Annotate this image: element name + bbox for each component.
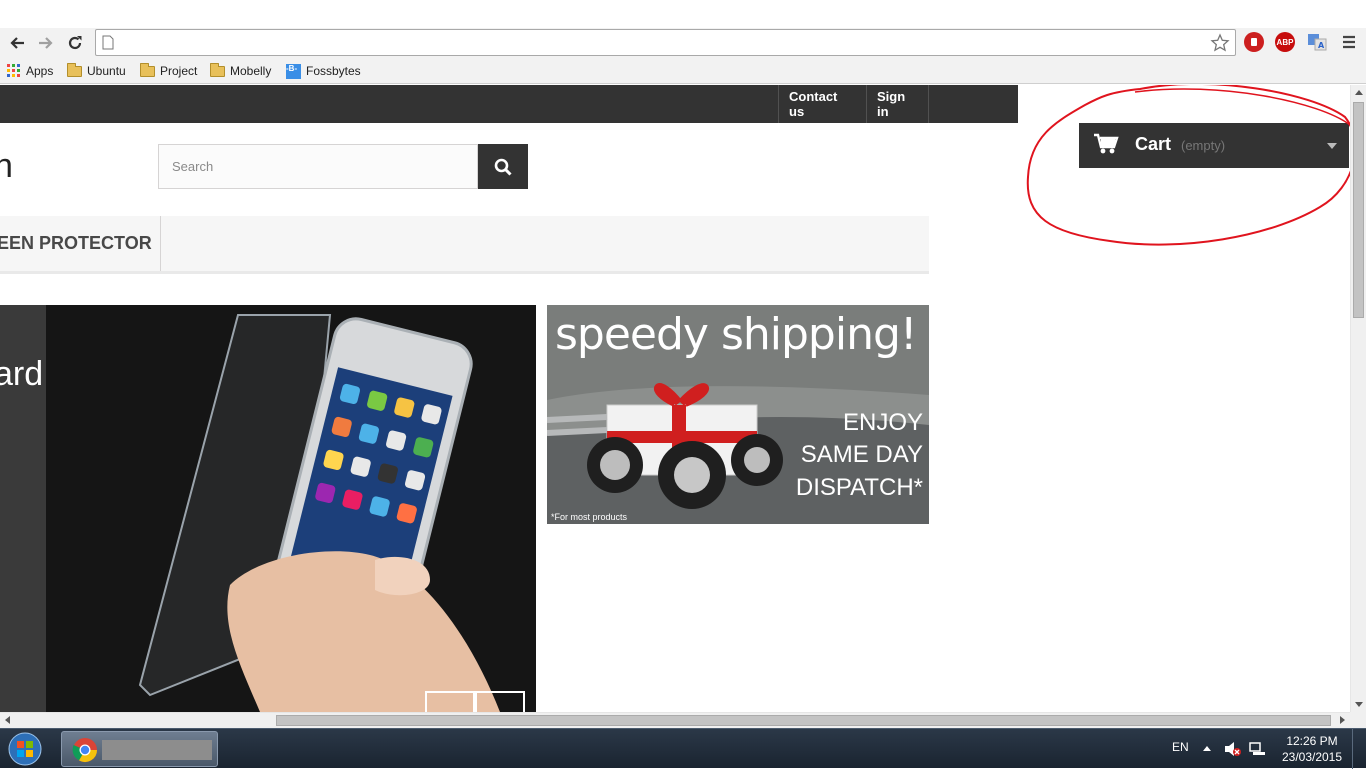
- fossbytes-icon: -B-: [286, 63, 301, 79]
- forward-button[interactable]: [35, 32, 57, 54]
- reload-icon: [68, 36, 82, 50]
- site-logo[interactable]: n: [0, 147, 13, 186]
- search-button[interactable]: [478, 144, 528, 189]
- slider-pager: [425, 691, 525, 712]
- search-box: [158, 144, 478, 189]
- language-indicator[interactable]: EN: [1172, 740, 1189, 754]
- promo-title: speedy shipping!: [555, 309, 918, 360]
- phone-with-glass-image: [138, 314, 500, 712]
- speaker-muted-icon[interactable]: [1224, 741, 1242, 757]
- taskbar-chrome-button[interactable]: [61, 731, 218, 767]
- bookmark-apps[interactable]: Apps: [7, 62, 53, 80]
- vertical-scrollbar[interactable]: [1350, 85, 1366, 712]
- red-highlight-annotation: [1026, 85, 1350, 246]
- browser-toolbar: ABP A: [0, 28, 1366, 58]
- address-bar[interactable]: [95, 29, 1236, 56]
- bookmark-mobelly[interactable]: Mobelly: [210, 62, 271, 80]
- scroll-left-arrow-icon[interactable]: [5, 716, 10, 724]
- abp-label: ABP: [1276, 37, 1294, 47]
- horizontal-scrollbar[interactable]: [0, 712, 1350, 728]
- bookmark-project[interactable]: Project: [140, 62, 197, 80]
- hamburger-icon: [1343, 35, 1355, 49]
- forward-arrow-icon: [39, 37, 53, 49]
- hand-icon: [1251, 38, 1257, 46]
- redacted-window-title: [102, 740, 212, 760]
- bookmark-label: Apps: [26, 64, 54, 78]
- apps-grid-icon: [7, 64, 20, 77]
- speedy-shipping-banner[interactable]: speedy shipping! ENJOY SAME DAY DISPATCH…: [547, 305, 929, 524]
- category-menu: EEN PROTECTOR: [0, 216, 929, 274]
- promo-line-1: ENJOY: [842, 409, 923, 436]
- system-clock[interactable]: 12:26 PM 23/03/2015: [1278, 733, 1346, 765]
- horizontal-scroll-thumb[interactable]: [276, 715, 1331, 726]
- promo-line-3: DISPATCH*: [795, 474, 923, 501]
- reload-button[interactable]: [64, 32, 86, 54]
- bookmark-label: Fossbytes: [306, 64, 361, 78]
- homepage-slider[interactable]: ard: [0, 305, 536, 712]
- contact-us-link[interactable]: Contact us: [778, 85, 866, 123]
- translate-glyph-icon: A: [1308, 34, 1327, 51]
- folder-icon: [67, 62, 82, 77]
- windows-taskbar: EN 12:26 PM 23/03/2015: [0, 728, 1366, 769]
- svg-text:A: A: [1318, 41, 1325, 50]
- scroll-right-arrow-icon[interactable]: [1340, 716, 1345, 724]
- folder-icon: [210, 62, 225, 77]
- bookmarks-bar: Apps Ubuntu Project Mobelly -B- Fossbyte…: [0, 58, 1366, 84]
- bookmark-star-icon[interactable]: [1210, 33, 1230, 53]
- sign-in-link[interactable]: Sign in: [866, 85, 929, 123]
- page-icon: [102, 35, 114, 50]
- stop-extension-icon[interactable]: [1244, 32, 1264, 52]
- start-button[interactable]: [4, 731, 46, 767]
- back-button[interactable]: [6, 32, 28, 54]
- bookmark-fossbytes[interactable]: -B- Fossbytes: [286, 62, 361, 80]
- sign-in-label: Sign in: [877, 89, 906, 119]
- vertical-scroll-thumb[interactable]: [1353, 102, 1364, 318]
- promo-line-2: SAME DAY: [800, 441, 923, 468]
- show-desktop-button[interactable]: [1352, 729, 1366, 769]
- menu-item-screen-protector[interactable]: EEN PROTECTOR: [0, 216, 161, 271]
- show-hidden-icons-icon[interactable]: [1203, 746, 1211, 751]
- slider-pager-dot-1[interactable]: [425, 691, 475, 712]
- bookmark-label: Ubuntu: [87, 64, 126, 78]
- contact-us-label: Contact us: [789, 89, 838, 119]
- address-input[interactable]: [120, 33, 1200, 52]
- chrome-icon: [72, 738, 97, 763]
- scroll-up-arrow-icon[interactable]: [1355, 90, 1363, 95]
- slider-pager-dot-2[interactable]: [475, 691, 525, 712]
- windows-logo-icon: [8, 732, 42, 766]
- back-arrow-icon: [10, 37, 24, 49]
- scrollbar-corner: [1350, 712, 1366, 728]
- scroll-down-arrow-icon[interactable]: [1355, 702, 1363, 707]
- promo-footnote: *For most products: [551, 512, 628, 522]
- folder-icon: [140, 62, 155, 77]
- adblock-plus-icon[interactable]: ABP: [1275, 32, 1295, 52]
- window-top-strip: [0, 0, 1366, 28]
- page-viewport: Contact us Sign in n EEN PROTECTOR ard: [0, 85, 1350, 712]
- bookmark-ubuntu[interactable]: Ubuntu: [67, 62, 126, 80]
- clock-date: 23/03/2015: [1281, 750, 1343, 764]
- search-input[interactable]: [159, 145, 477, 188]
- network-icon[interactable]: [1249, 741, 1265, 757]
- clock-time: 12:26 PM: [1286, 734, 1338, 748]
- search-icon: [494, 158, 512, 176]
- browser-menu-button[interactable]: [1340, 33, 1358, 51]
- bookmark-label: Project: [160, 64, 198, 78]
- translate-icon[interactable]: A: [1307, 32, 1327, 52]
- site-top-nav: Contact us Sign in: [0, 85, 1018, 123]
- bookmark-label: Mobelly: [230, 64, 272, 78]
